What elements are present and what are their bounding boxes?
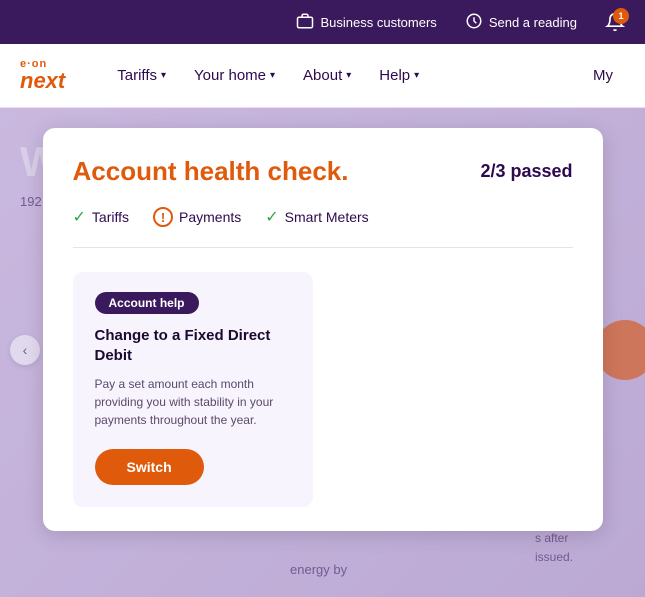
send-reading-link[interactable]: Send a reading	[465, 12, 577, 33]
check-payments: ! Payments	[153, 207, 241, 227]
logo-next: next	[20, 70, 65, 92]
about-chevron-icon: ▾	[346, 70, 351, 81]
your-home-chevron-icon: ▾	[270, 70, 275, 81]
business-customers-link[interactable]: Business customers	[296, 12, 436, 33]
meter-icon	[465, 12, 483, 33]
check-tariffs: ✓ Tariffs	[73, 207, 130, 227]
your-home-label: Your home	[194, 67, 266, 84]
send-reading-label: Send a reading	[489, 15, 577, 30]
briefcase-icon	[296, 12, 314, 33]
check-tariffs-label: Tariffs	[92, 209, 129, 225]
tariffs-chevron-icon: ▾	[161, 70, 166, 81]
health-checks-row: ✓ Tariffs ! Payments ✓ Smart Meters	[73, 207, 573, 248]
account-help-badge: Account help	[95, 292, 199, 314]
nav-about[interactable]: About ▾	[291, 59, 363, 92]
health-check-header: Account health check. 2/3 passed	[73, 156, 573, 187]
check-smart-meters-icon: ✓	[265, 207, 278, 227]
check-payments-icon: !	[153, 207, 173, 227]
nav-bar: e·on next Tariffs ▾ Your home ▾ About ▾ …	[0, 44, 645, 108]
nav-tariffs[interactable]: Tariffs ▾	[105, 59, 178, 92]
nav-your-home[interactable]: Your home ▾	[182, 59, 287, 92]
help-label: Help	[379, 67, 410, 84]
health-check-card: Account health check. 2/3 passed ✓ Tarif…	[43, 128, 603, 531]
inner-card-title: Change to a Fixed Direct Debit	[95, 326, 291, 365]
health-check-title: Account health check.	[73, 156, 349, 187]
help-chevron-icon: ▾	[414, 70, 419, 81]
tariffs-label: Tariffs	[117, 67, 157, 84]
business-customers-label: Business customers	[320, 15, 436, 30]
nav-help[interactable]: Help ▾	[367, 59, 431, 92]
check-payments-label: Payments	[179, 209, 241, 225]
modal-overlay: Account health check. 2/3 passed ✓ Tarif…	[0, 108, 645, 597]
check-tariffs-icon: ✓	[73, 207, 86, 227]
account-help-card: Account help Change to a Fixed Direct De…	[73, 272, 313, 507]
notification-bell[interactable]: 1	[605, 12, 625, 32]
logo[interactable]: e·on next	[20, 59, 65, 92]
top-bar: Business customers Send a reading 1	[0, 0, 645, 44]
notifications-link[interactable]: 1	[605, 12, 625, 32]
about-label: About	[303, 67, 342, 84]
notification-count: 1	[613, 8, 629, 24]
nav-my[interactable]: My	[581, 59, 625, 92]
health-check-score: 2/3 passed	[480, 161, 572, 182]
check-smart-meters: ✓ Smart Meters	[265, 207, 368, 227]
nav-items: Tariffs ▾ Your home ▾ About ▾ Help ▾ My	[105, 59, 625, 92]
check-smart-meters-label: Smart Meters	[285, 209, 369, 225]
switch-button[interactable]: Switch	[95, 449, 204, 485]
inner-card-description: Pay a set amount each month providing yo…	[95, 375, 291, 429]
my-label: My	[593, 67, 613, 84]
